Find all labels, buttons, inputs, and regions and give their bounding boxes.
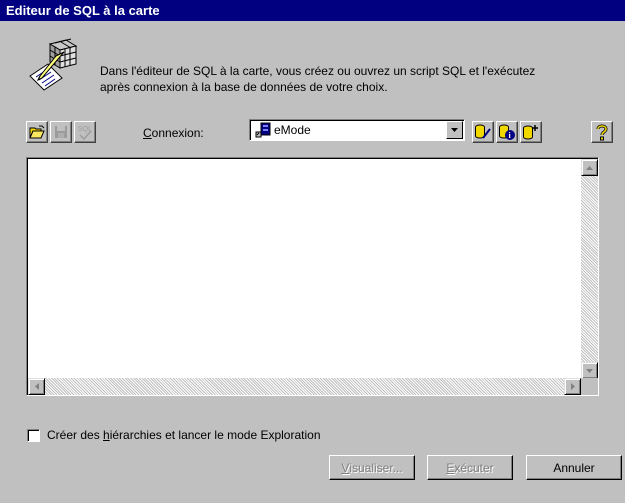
checkbox-label-accel: h bbox=[103, 428, 110, 442]
preview-accel: V bbox=[341, 460, 350, 475]
database-add-icon bbox=[523, 125, 538, 140]
save-script-button[interactable] bbox=[50, 121, 72, 143]
checkbox-label-rest: iérarchies et lancer le mode Exploration bbox=[109, 428, 321, 442]
cancel-label: Annuler bbox=[553, 460, 595, 475]
help-button[interactable] bbox=[591, 121, 613, 143]
window-title: Editeur de SQL à la carte bbox=[6, 3, 160, 18]
open-script-button[interactable] bbox=[26, 121, 48, 143]
preview-button[interactable]: Visualiser... bbox=[329, 455, 415, 480]
scroll-down-button[interactable] bbox=[581, 362, 598, 379]
scroll-left-button[interactable] bbox=[28, 378, 45, 395]
cancel-button[interactable]: Annuler bbox=[526, 455, 622, 480]
new-connection-button[interactable] bbox=[520, 121, 542, 143]
sql-editor-dialog: Editeur de SQL à la carte Dans l'éditeur… bbox=[0, 0, 625, 503]
save-disk-icon bbox=[55, 126, 67, 138]
arrow-left-icon bbox=[34, 383, 39, 390]
intro-line-2: après connexion à la base de données de … bbox=[100, 80, 388, 94]
execute-button[interactable]: Exécuter bbox=[427, 455, 513, 480]
intro-line-1: Dans l'éditeur de SQL à la carte, vous c… bbox=[100, 64, 536, 78]
horizontal-scrollbar[interactable] bbox=[28, 378, 581, 395]
connection-dropdown-button[interactable] bbox=[446, 121, 463, 139]
vertical-scrollbar[interactable] bbox=[581, 159, 598, 379]
execute-label: xécuter bbox=[454, 460, 494, 475]
preview-label: isualiser... bbox=[349, 460, 403, 475]
arrow-up-icon bbox=[586, 165, 593, 170]
connection-label: Connexion: bbox=[143, 126, 204, 140]
sql-editor-illustration-icon bbox=[26, 38, 78, 94]
database-info-icon: i bbox=[499, 124, 515, 140]
sql-editor[interactable] bbox=[26, 157, 599, 396]
connection-select[interactable]: eMode bbox=[249, 119, 465, 141]
execute-accel: E bbox=[446, 460, 455, 475]
checkbox-label-prefix: Créer des bbox=[47, 428, 104, 442]
database-edit-icon bbox=[475, 124, 491, 139]
connection-info-button[interactable]: i bbox=[496, 121, 518, 143]
exploration-option[interactable]: Créer des hiérarchies et lancer le mode … bbox=[27, 428, 321, 442]
scroll-right-button[interactable] bbox=[564, 378, 581, 395]
arrow-right-icon bbox=[570, 383, 575, 390]
edit-connection-button[interactable] bbox=[472, 121, 494, 143]
hierarchies-checkbox-label[interactable]: Créer des hiérarchies et lancer le mode … bbox=[47, 428, 321, 442]
chevron-down-icon bbox=[451, 127, 458, 132]
check-sql-button[interactable]: SQL bbox=[74, 121, 96, 143]
scroll-up-button[interactable] bbox=[581, 159, 598, 176]
help-icon bbox=[596, 124, 608, 141]
connection-label-accel: C bbox=[143, 126, 152, 140]
arrow-down-icon bbox=[586, 368, 593, 373]
open-folder-icon bbox=[29, 125, 45, 139]
connection-value: eMode bbox=[274, 123, 311, 137]
database-connection-icon bbox=[255, 122, 271, 138]
connection-label-text: onnexion: bbox=[151, 126, 204, 140]
title-bar: Editeur de SQL à la carte bbox=[0, 0, 625, 21]
sql-check-icon: SQL bbox=[78, 126, 92, 141]
intro-description: Dans l'éditeur de SQL à la carte, vous c… bbox=[100, 63, 605, 95]
scrollbar-corner bbox=[581, 378, 598, 395]
hierarchies-checkbox[interactable] bbox=[27, 428, 40, 442]
